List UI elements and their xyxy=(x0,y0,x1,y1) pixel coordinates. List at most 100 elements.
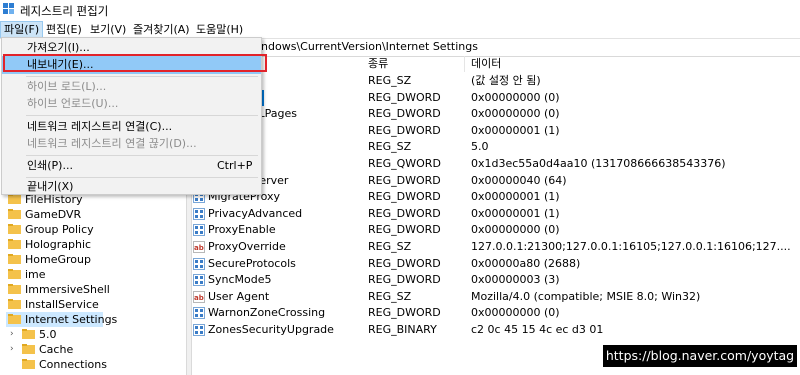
value-name: PrivacyAdvanced xyxy=(208,206,303,220)
menu-item-label: 인쇄(P)... xyxy=(27,159,73,172)
value-row[interactable]: PrivacyAdvanced REG_DWORD 0x00000001 (1) xyxy=(191,206,800,222)
column-header-type[interactable]: 종류 xyxy=(368,56,388,72)
value-type: REG_DWORD xyxy=(368,107,441,121)
value-row[interactable]: otiateREG_DWORD0x00000001 (1) xyxy=(191,123,800,139)
binary-value-icon xyxy=(193,324,205,336)
value-name: User Agent xyxy=(208,289,270,303)
value-type: REG_DWORD xyxy=(368,173,441,187)
value-row[interactable]: ab ProxyOverride REG_SZ 127.0.0.1:21300;127… xyxy=(191,239,800,255)
window-title: 레지스트리 편집기 xyxy=(20,4,109,18)
chevron-right-icon[interactable]: › xyxy=(10,329,14,339)
menu-item-label: 하이브 언로드(U)... xyxy=(27,97,119,110)
title-bar: 레지스트리 편집기 xyxy=(0,0,800,20)
menu-separator xyxy=(26,155,258,156)
menu-item-label: 네트워크 레지스트리 연결(C)... xyxy=(27,120,173,133)
value-row[interactable]: SyncMode5 REG_DWORD 0x00000003 (3) xyxy=(191,272,800,288)
value-row[interactable]: ProxyEnable REG_DWORD 0x00000000 (0) xyxy=(191,222,800,238)
menu-view[interactable]: 보기(V) xyxy=(87,22,129,37)
value-row[interactable]: seREG_QWORD0x1d3ec55a0d4aa10 (1317086666… xyxy=(191,156,800,172)
tree-node-label: ime xyxy=(25,268,46,281)
chevron-right-icon[interactable]: › xyxy=(10,344,14,354)
address-path: indows\CurrentVersion\Internet Settings xyxy=(258,40,478,53)
tree-node-label: 5.0 xyxy=(39,328,57,341)
menu-separator xyxy=(26,115,258,116)
value-row[interactable]: MigrateProxy REG_DWORD 0x00000001 (1) xyxy=(191,189,800,205)
column-divider[interactable] xyxy=(464,56,465,72)
tree-node-5-0[interactable]: 5.0 xyxy=(22,327,57,342)
value-type: REG_DWORD xyxy=(368,306,441,320)
menu-help[interactable]: 도움말(H) xyxy=(193,22,246,37)
binary-value-icon xyxy=(193,274,205,287)
tree-node-label: Holographic xyxy=(25,238,92,251)
tree-node-gamedvr[interactable]: GameDVR xyxy=(8,207,81,222)
value-row[interactable]: tionsPerServerREG_DWORD0x00000040 (64) xyxy=(191,173,800,189)
tree-node-homegroup[interactable]: HomeGroup xyxy=(8,252,91,267)
value-data: 0x00000001 (1) xyxy=(471,206,560,220)
value-type: REG_DWORD xyxy=(368,256,441,270)
value-row[interactable]: SecureProtocols REG_DWORD 0x00000a80 (2688… xyxy=(191,256,800,272)
tree-node-holographic[interactable]: Holographic xyxy=(8,237,91,252)
tree-node-label: ImmersiveShell xyxy=(25,283,110,296)
value-type: REG_SZ xyxy=(368,240,412,253)
tree-node-connections[interactable]: Connections xyxy=(22,357,107,372)
value-row[interactable]: hingOfSSLPagesREG_DWORD0x00000000 (0) xyxy=(191,106,800,122)
menu-bar: 파일(F) 편집(E) 보기(V) 즐겨찾기(A) 도움말(H) xyxy=(0,20,800,38)
value-row[interactable]: ab User Agent REG_SZ Mozilla/4.0 (compatibl… xyxy=(191,289,800,305)
value-data: 0x00000040 (64) xyxy=(471,173,567,187)
tree-node-immersiveshell[interactable]: ImmersiveShell xyxy=(8,282,110,297)
value-name: WarnonZoneCrossing xyxy=(208,306,326,320)
folder-icon xyxy=(8,238,21,249)
tree-node-label: Cache xyxy=(39,343,74,356)
folder-icon xyxy=(8,268,21,279)
value-type: REG_SZ xyxy=(368,74,412,87)
menu-item-label: 네트워크 레지스트리 연결 끊기(D)... xyxy=(27,137,197,150)
folder-icon xyxy=(8,208,21,219)
value-data: 0x00000001 (1) xyxy=(471,190,560,204)
value-row[interactable]: abREG_SZ(값 설정 안 됨) xyxy=(191,73,800,89)
menu-favorites[interactable]: 즐겨찾기(A) xyxy=(130,22,193,37)
value-type: REG_DWORD xyxy=(368,206,441,220)
svg-text:ab: ab xyxy=(194,294,204,302)
menu-item-print[interactable]: 인쇄(P)... Ctrl+P xyxy=(2,157,261,175)
binary-value-icon xyxy=(193,307,205,320)
menu-item-disconnect-network-registry[interactable]: 네트워크 레지스트리 연결 끊기(D)... xyxy=(2,135,261,153)
value-row[interactable]: WarnonZoneCrossing REG_DWORD 0x00000000 (0… xyxy=(191,305,800,321)
value-row[interactable]: ZonesSecurityUpgrade REG_BINARY c2 0c 45 1… xyxy=(191,322,800,338)
tree-node-label: InstallService xyxy=(25,298,99,311)
value-row[interactable]: abkup_FlagREG_SZ5.0 xyxy=(191,139,800,155)
highlight-box xyxy=(3,54,267,72)
tree-node-label: Connections xyxy=(39,358,107,371)
tree-node-group-policy[interactable]: Group Policy xyxy=(8,222,94,237)
folder-icon xyxy=(22,358,35,369)
value-data: (값 설정 안 됨) xyxy=(471,74,541,87)
value-name: SyncMode5 xyxy=(208,273,272,287)
menu-edit[interactable]: 편집(E) xyxy=(43,22,85,37)
value-data: c2 0c 45 15 4c ec d3 01 xyxy=(471,323,604,336)
menu-item-exit[interactable]: 끝내기(X) xyxy=(2,178,261,196)
watermark: https://blog.naver.com/yoytag xyxy=(603,345,797,367)
folder-icon xyxy=(8,283,21,294)
tree-node-ime[interactable]: ime xyxy=(8,267,46,282)
menu-item-label: 하이브 로드(L)... xyxy=(27,80,107,93)
value-data: 0x1d3ec55a0d4aa10 (131708666638543376) xyxy=(471,157,726,170)
menu-item-connect-network-registry[interactable]: 네트워크 레지스트리 연결(C)... xyxy=(2,118,261,136)
value-data: 127.0.0.1:21300;127.0.0.1:16105;127.0.0.… xyxy=(471,240,791,253)
binary-value-icon xyxy=(193,257,205,270)
value-type: REG_DWORD xyxy=(368,223,441,237)
tree-node-cache[interactable]: Cache xyxy=(22,342,73,357)
menu-item-unload-hive[interactable]: 하이브 언로드(U)... xyxy=(2,95,261,113)
tree-node-installservice[interactable]: InstallService xyxy=(8,297,99,312)
menu-item-load-hive[interactable]: 하이브 로드(L)... xyxy=(2,78,261,96)
column-header-data[interactable]: 데이터 xyxy=(471,56,501,72)
value-data: 0x00000000 (0) xyxy=(471,306,560,320)
value-row[interactable]: evocationREG_DWORD0x00000000 (0) xyxy=(191,89,800,106)
value-type: REG_DWORD xyxy=(368,123,441,137)
value-data: 0x00000000 (0) xyxy=(471,107,560,121)
folder-icon xyxy=(22,343,35,354)
tree-node-internet-settings[interactable]: Internet Settings xyxy=(6,312,117,327)
registry-editor-icon xyxy=(3,3,14,14)
menu-file[interactable]: 파일(F) xyxy=(0,21,44,38)
value-data: Mozilla/4.0 (compatible; MSIE 8.0; Win32… xyxy=(471,289,701,303)
menu-item-shortcut: Ctrl+P xyxy=(217,159,253,172)
value-data: 0x00000000 (0) xyxy=(471,90,560,104)
